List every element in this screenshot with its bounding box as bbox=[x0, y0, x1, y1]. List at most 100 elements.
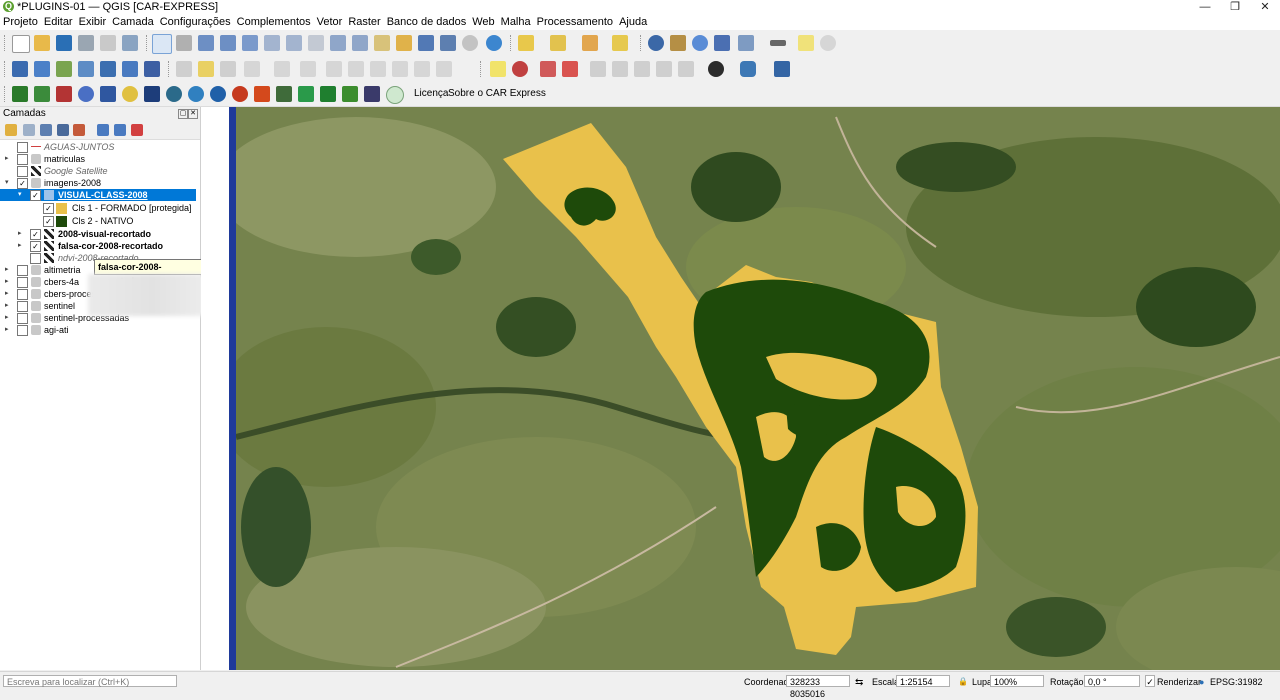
menu-web[interactable]: Web bbox=[469, 14, 497, 30]
layer-checkbox[interactable] bbox=[17, 289, 28, 300]
show-bookmarks-icon[interactable] bbox=[440, 35, 456, 51]
paste-icon[interactable] bbox=[392, 61, 408, 77]
move-label-icon[interactable] bbox=[590, 61, 606, 77]
expand-arrow-icon[interactable]: ▸ bbox=[18, 228, 26, 240]
layer-style-icon[interactable] bbox=[5, 124, 17, 136]
remove-layer-icon[interactable] bbox=[131, 124, 143, 136]
layer-2008-visual-recortado[interactable]: ▸ ✓ 2008-visual-recortado bbox=[0, 228, 198, 240]
car-plugin-icon-7[interactable] bbox=[144, 86, 160, 102]
menu-editar[interactable]: Editar bbox=[41, 14, 76, 30]
save-project-icon[interactable] bbox=[56, 35, 72, 51]
select-by-value-icon[interactable] bbox=[550, 35, 566, 51]
expand-arrow-icon[interactable]: ▸ bbox=[5, 300, 13, 312]
toolbar-grip[interactable] bbox=[168, 61, 171, 77]
add-mesh-icon[interactable] bbox=[100, 61, 116, 77]
menu-complementos[interactable]: Complementos bbox=[234, 14, 314, 30]
expand-arrow-icon[interactable]: ▸ bbox=[5, 264, 13, 276]
expand-arrow-icon[interactable]: ▾ bbox=[5, 177, 13, 189]
toolbar-grip[interactable] bbox=[4, 86, 7, 102]
measure-line-icon[interactable] bbox=[770, 40, 786, 46]
callout-icon[interactable] bbox=[678, 61, 694, 77]
menu-camada[interactable]: Camada bbox=[109, 14, 157, 30]
close-button[interactable]: ✕ bbox=[1250, 0, 1280, 14]
layer-checkbox[interactable]: ✓ bbox=[30, 229, 41, 240]
plugin-globe-icon[interactable] bbox=[708, 61, 724, 77]
crs-button[interactable]: EPSG:31982 bbox=[1210, 677, 1263, 687]
pan-hand-icon[interactable] bbox=[152, 34, 172, 54]
car-plugin-icon-6[interactable] bbox=[122, 86, 138, 102]
scale-combobox[interactable]: 1:25154 bbox=[896, 675, 950, 687]
toolbar-grip[interactable] bbox=[146, 35, 149, 51]
minimize-button[interactable]: — bbox=[1190, 0, 1220, 14]
label-style-icon[interactable] bbox=[512, 61, 528, 77]
add-vector-icon[interactable] bbox=[34, 61, 50, 77]
car-plugin-icon-16[interactable] bbox=[342, 86, 358, 102]
bookmark-icon[interactable] bbox=[418, 35, 434, 51]
vertex-tool-icon[interactable] bbox=[274, 61, 290, 77]
zoom-selection-icon[interactable] bbox=[264, 35, 280, 51]
layer-checkbox[interactable]: ✓ bbox=[30, 241, 41, 252]
layer-google-satellite[interactable]: Google Satellite bbox=[0, 165, 198, 177]
identify-icon[interactable] bbox=[648, 35, 664, 51]
open-project-icon[interactable] bbox=[34, 35, 50, 51]
car-plugin-icon-3[interactable] bbox=[56, 86, 72, 102]
manage-themes-icon[interactable] bbox=[40, 124, 52, 136]
refresh-icon[interactable] bbox=[486, 35, 502, 51]
car-plugin-icon-2[interactable] bbox=[34, 86, 50, 102]
layer-checkbox[interactable] bbox=[17, 142, 28, 153]
menu-malha[interactable]: Malha bbox=[498, 14, 534, 30]
undo-icon[interactable] bbox=[414, 61, 430, 77]
about-car-express-button[interactable]: Sobre o CAR Express bbox=[448, 88, 546, 99]
lock-icon[interactable]: 🔒 bbox=[958, 677, 968, 686]
crs-globe-icon[interactable]: ● bbox=[1199, 677, 1204, 687]
menu-processamento[interactable]: Processamento bbox=[534, 14, 616, 30]
annotation-icon[interactable] bbox=[820, 35, 836, 51]
layer-checkbox[interactable] bbox=[17, 313, 28, 324]
car-plugin-icon-18[interactable] bbox=[386, 86, 404, 104]
layout-manager-icon[interactable] bbox=[122, 35, 138, 51]
menu-vetor[interactable]: Vetor bbox=[314, 14, 346, 30]
select-features-icon[interactable] bbox=[518, 35, 534, 51]
menu-raster[interactable]: Raster bbox=[345, 14, 383, 30]
locate-search-input[interactable]: Escreva para localizar (Ctrl+K) bbox=[3, 675, 177, 687]
layer-agi-ati[interactable]: ▸ agi-ati bbox=[0, 324, 198, 336]
rotation-spinbox[interactable]: 0,0 ° bbox=[1084, 675, 1140, 687]
car-plugin-icon-17[interactable] bbox=[364, 86, 380, 102]
map-canvas[interactable] bbox=[236, 107, 1280, 670]
add-delimited-icon[interactable] bbox=[56, 61, 72, 77]
layer-checkbox[interactable] bbox=[17, 154, 28, 165]
expand-arrow-icon[interactable]: ▸ bbox=[18, 240, 26, 252]
data-source-manager-icon[interactable] bbox=[12, 61, 28, 77]
delete-feature-icon[interactable] bbox=[326, 61, 342, 77]
maximize-button[interactable]: ❐ bbox=[1220, 0, 1250, 14]
toolbar-grip[interactable] bbox=[480, 61, 483, 77]
layer-checkbox[interactable]: ✓ bbox=[17, 178, 28, 189]
menu-ajuda[interactable]: Ajuda bbox=[616, 14, 650, 30]
class-checkbox[interactable]: ✓ bbox=[43, 203, 54, 214]
toggle-edit-icon[interactable] bbox=[198, 61, 214, 77]
zoom-out-icon[interactable] bbox=[220, 35, 236, 51]
car-plugin-icon-5[interactable] bbox=[100, 86, 116, 102]
expand-arrow-icon[interactable]: ▸ bbox=[5, 276, 13, 288]
zoom-layer-icon[interactable] bbox=[286, 35, 302, 51]
menu-banco-de-dados[interactable]: Banco de dados bbox=[384, 14, 470, 30]
toggle-extents-icon[interactable]: ⇆ bbox=[855, 677, 863, 688]
cut-icon[interactable] bbox=[348, 61, 364, 77]
legend-class-formado[interactable]: ✓ Cls 1 - FORMADO [protegida] bbox=[0, 202, 198, 215]
layer-checkbox[interactable] bbox=[17, 277, 28, 288]
layer-checkbox[interactable] bbox=[17, 325, 28, 336]
python-console-icon[interactable] bbox=[740, 61, 756, 77]
zoom-in-icon[interactable] bbox=[198, 35, 214, 51]
add-group-icon[interactable] bbox=[23, 124, 35, 136]
layer-checkbox[interactable]: ✓ bbox=[30, 190, 41, 201]
class-checkbox[interactable]: ✓ bbox=[43, 216, 54, 227]
temporal-controller-icon[interactable] bbox=[462, 35, 478, 51]
license-button[interactable]: Licença bbox=[414, 88, 448, 99]
zoom-next-icon[interactable] bbox=[352, 35, 368, 51]
add-wms-icon[interactable] bbox=[122, 61, 138, 77]
help-icon[interactable] bbox=[774, 61, 790, 77]
pin-labels-icon[interactable] bbox=[540, 61, 556, 77]
settings-gear-icon[interactable] bbox=[692, 35, 708, 51]
pan-to-selection-icon[interactable] bbox=[176, 35, 192, 51]
expand-arrow-icon[interactable]: ▸ bbox=[5, 288, 13, 300]
